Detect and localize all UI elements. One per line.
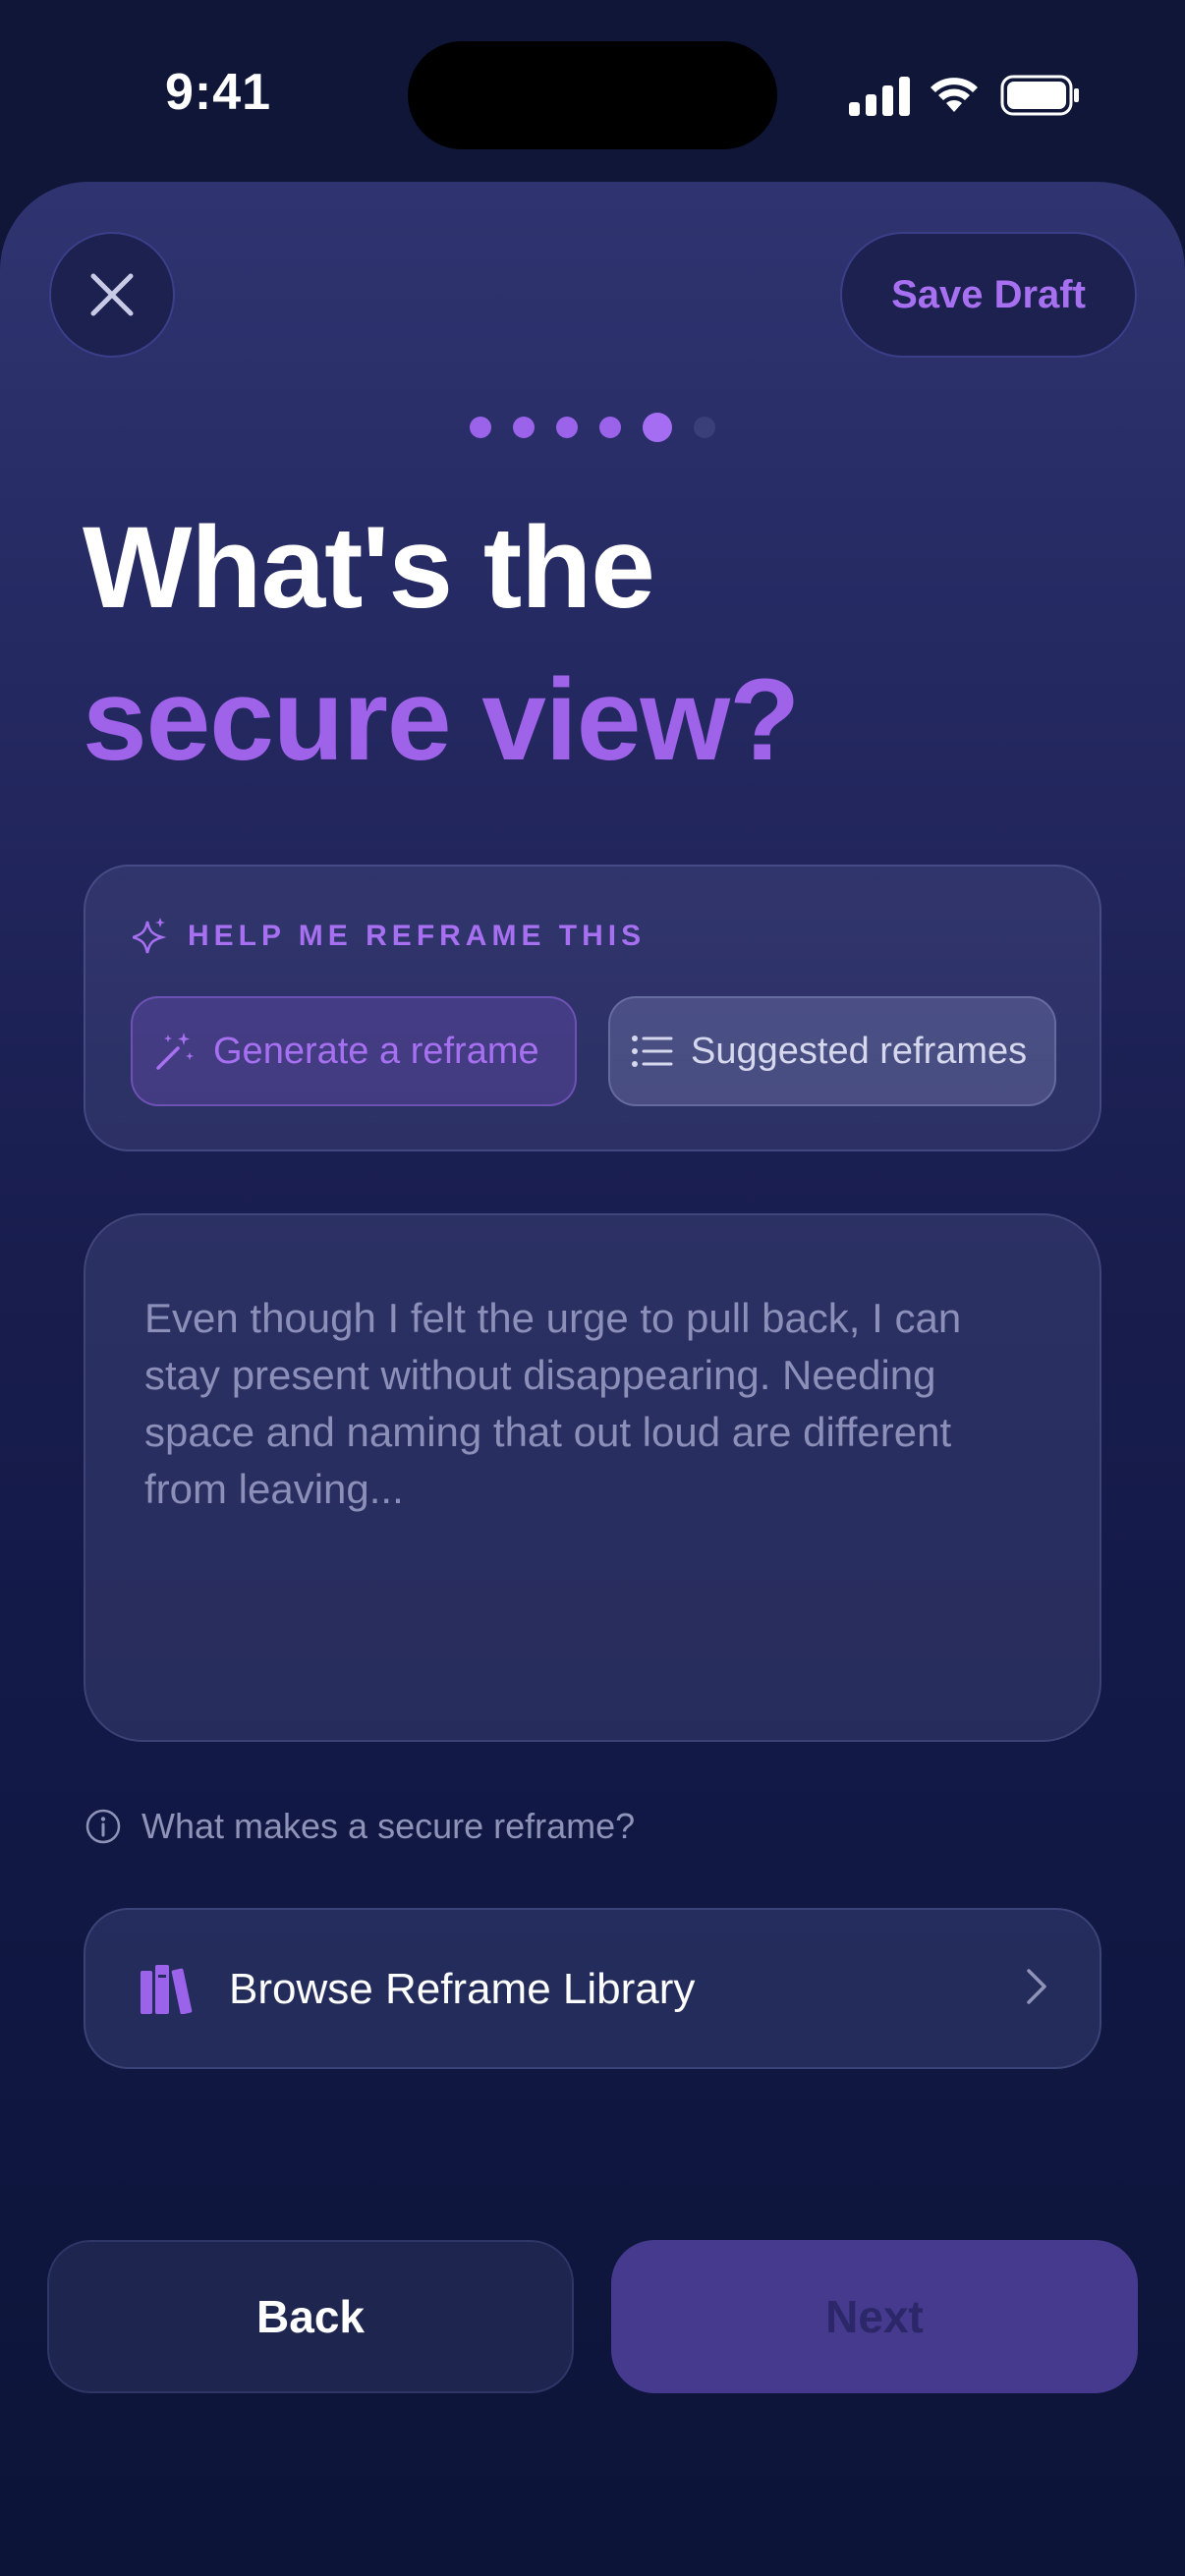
info-link-label: What makes a secure reframe?	[141, 1806, 636, 1846]
close-button[interactable]	[49, 232, 175, 358]
status-time: 9:41	[165, 64, 272, 121]
help-heading: HELP ME REFRAME THIS	[133, 918, 646, 955]
browse-reframe-library-button[interactable]: Browse Reframe Library	[84, 1908, 1101, 2069]
progress-dot-6	[694, 417, 715, 438]
progress-dot-3	[556, 417, 578, 438]
progress-dot-1	[470, 417, 491, 438]
list-icon	[632, 1036, 673, 1067]
generate-reframe-button[interactable]: Generate a reframe	[131, 996, 577, 1106]
wifi-icon	[931, 78, 978, 112]
progress-dot-2	[513, 417, 535, 438]
books-icon	[141, 1965, 193, 2014]
reframe-help-card: HELP ME REFRAME THIS Generate a reframe …	[84, 865, 1101, 1151]
save-draft-button[interactable]: Save Draft	[840, 232, 1137, 358]
page-title-line1: What's the	[83, 503, 655, 633]
progress-dots	[0, 413, 1185, 442]
status-bar: 9:41	[0, 0, 1185, 187]
secure-reframe-info-link[interactable]: What makes a secure reframe?	[85, 1806, 635, 1847]
dynamic-island	[408, 41, 777, 149]
library-label: Browse Reframe Library	[229, 1965, 696, 2013]
suggested-reframes-button[interactable]: Suggested reframes	[608, 996, 1056, 1106]
chevron-right-icon	[1027, 1969, 1046, 2004]
back-button[interactable]: Back	[47, 2240, 574, 2393]
help-heading-text: HELP ME REFRAME THIS	[188, 920, 647, 952]
next-button[interactable]: Next	[611, 2240, 1138, 2393]
page-title-line2: secure view?	[83, 655, 800, 785]
cellular-signal-icon	[849, 77, 910, 116]
battery-icon	[1000, 75, 1079, 116]
magic-wand-icon	[156, 1033, 194, 1070]
close-icon	[90, 273, 134, 316]
progress-dot-5-current	[643, 413, 672, 442]
suggested-reframes-label: Suggested reframes	[691, 1030, 1028, 1072]
info-icon	[85, 1809, 121, 1844]
reframe-input-placeholder: Even though I felt the urge to pull back…	[144, 1295, 962, 1512]
generate-reframe-label: Generate a reframe	[213, 1030, 539, 1072]
sparkle-icon	[133, 918, 166, 954]
reframe-text-input[interactable]: Even though I felt the urge to pull back…	[84, 1213, 1101, 1742]
progress-dot-4	[599, 417, 621, 438]
